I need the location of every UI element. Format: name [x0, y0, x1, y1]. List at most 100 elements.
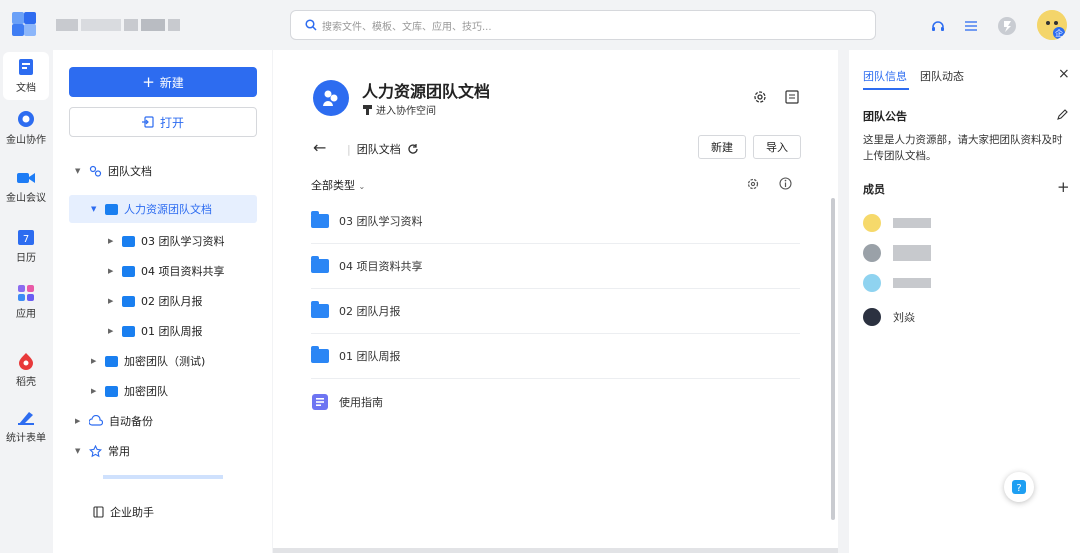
new-button[interactable]: + 新建: [69, 67, 257, 97]
tree-item-encrypted[interactable]: ▶ 加密团队: [91, 377, 168, 405]
file-name: 03 团队学习资料: [339, 215, 423, 228]
folder-icon: [311, 346, 329, 363]
enter-collab-link[interactable]: 进入协作空间: [362, 102, 436, 117]
caret-right-icon: ▶: [91, 357, 97, 365]
type-filter-label: 全部类型: [311, 179, 355, 192]
headset-icon[interactable]: [930, 18, 946, 34]
tree-item-folder-01[interactable]: ▶ 01 团队周报: [108, 317, 203, 345]
enterprise-assistant[interactable]: 企业助手: [93, 498, 154, 526]
menu-icon[interactable]: [964, 20, 978, 32]
member-item[interactable]: 刘焱: [863, 308, 915, 326]
partial-hidden-item: [103, 475, 223, 479]
team-folder-icon: [105, 203, 118, 215]
caret-right-icon: ▶: [75, 417, 81, 425]
settings-gear-icon[interactable]: [747, 178, 759, 190]
collab-icon: [18, 111, 34, 127]
member-item[interactable]: [863, 244, 931, 262]
rail-item-form[interactable]: 统计表单: [0, 410, 52, 444]
team-avatar-icon: [313, 80, 349, 116]
tree-item-label: 团队文档: [108, 165, 152, 178]
notice-title: 团队公告: [863, 110, 907, 123]
tree-item-label: 常用: [108, 445, 130, 458]
tree-item-favorites[interactable]: ▼ 常用: [75, 437, 130, 465]
tab-team-activity[interactable]: 团队动态: [920, 68, 964, 84]
refresh-icon[interactable]: [407, 143, 419, 155]
folder-icon: [311, 256, 329, 273]
team-info-panel: 团队信息 团队动态 × 团队公告 这里是人力资源部，请大家把团队资料及时 上传团…: [849, 50, 1080, 553]
new-button-label: 新建: [159, 75, 184, 90]
open-button[interactable]: 打开: [69, 107, 257, 137]
close-icon[interactable]: ×: [1058, 66, 1070, 82]
rail-item-collab[interactable]: 金山协作: [0, 110, 52, 146]
tree-item-hr-docs[interactable]: ▼ 人力资源团队文档: [69, 195, 257, 223]
tree-item-team-docs[interactable]: ▼ 团队文档: [75, 157, 152, 185]
details-panel-icon[interactable]: [785, 90, 799, 104]
info-icon[interactable]: [779, 177, 792, 190]
tab-team-info[interactable]: 团队信息: [863, 68, 907, 84]
collab-space-icon: [363, 105, 372, 115]
blurred-member-name: [893, 278, 931, 288]
search-placeholder: 搜索文件、模板、文库、应用、技巧...: [322, 21, 492, 33]
app-logo-icon[interactable]: [10, 8, 40, 42]
vertical-scrollbar[interactable]: [831, 198, 835, 520]
user-avatar[interactable]: 企: [1037, 10, 1067, 40]
member-item[interactable]: [863, 214, 931, 232]
rail-label: 文档: [16, 83, 36, 94]
caret-right-icon: ▶: [108, 267, 114, 275]
open-button-label: 打开: [159, 115, 184, 130]
back-arrow-icon[interactable]: ←: [313, 138, 326, 157]
breadcrumb-current[interactable]: 团队文档: [357, 141, 401, 157]
rail-label: 日历: [16, 253, 36, 264]
help-button[interactable]: ?: [1004, 472, 1034, 502]
search-input[interactable]: 搜索文件、模板、文库、应用、技巧...: [290, 10, 876, 40]
team-settings-icon[interactable]: [753, 90, 767, 104]
file-row[interactable]: 02 团队月报: [311, 289, 800, 334]
new-file-button[interactable]: 新建: [698, 135, 746, 159]
file-row[interactable]: 01 团队周报: [311, 334, 800, 379]
file-row[interactable]: 03 团队学习资料: [311, 199, 800, 244]
avatar: [863, 308, 881, 326]
rail-item-docs[interactable]: 文档: [3, 52, 49, 100]
tree-panel: + 新建 打开 ▼ 团队文档 ▼ 人力资源团队文档 ▶ 03 团队学习资料 ▶ …: [53, 50, 272, 553]
tree-item-label: 01 团队周报: [141, 325, 203, 338]
rail-item-meeting[interactable]: 金山会议: [0, 170, 52, 204]
add-member-icon[interactable]: +: [1057, 178, 1070, 196]
tree-item-encrypted-test[interactable]: ▶ 加密团队（测试): [91, 347, 205, 375]
caret-right-icon: ▶: [108, 327, 114, 335]
members-title: 成员: [863, 183, 885, 196]
header-actions: [753, 90, 799, 104]
member-item[interactable]: [863, 274, 931, 292]
tree-item-folder-03[interactable]: ▶ 03 团队学习资料: [108, 227, 225, 255]
folder-icon: [311, 301, 329, 318]
edit-icon[interactable]: [1056, 108, 1069, 121]
team-icon: [89, 165, 102, 177]
search-icon: [305, 19, 317, 31]
horizontal-scrollbar[interactable]: [273, 548, 838, 553]
import-button[interactable]: 导入: [753, 135, 801, 159]
rail-label: 统计表单: [6, 433, 46, 444]
rail-label: 稻壳: [16, 377, 36, 388]
file-row[interactable]: 使用指南: [311, 379, 800, 424]
notice-line-2: 上传团队文档。: [863, 150, 937, 162]
notice-line-1: 这里是人力资源部，请大家把团队资料及时: [863, 134, 1063, 146]
vip-badge-icon[interactable]: [996, 15, 1018, 37]
apps-icon: [18, 285, 34, 301]
file-row[interactable]: 04 项目资料共享: [311, 244, 800, 289]
caret-right-icon: ▶: [108, 297, 114, 305]
tree-item-folder-04[interactable]: ▶ 04 项目资料共享: [108, 257, 225, 285]
docs-icon: [19, 59, 33, 75]
docer-icon: [19, 353, 33, 370]
tree-item-folder-02[interactable]: ▶ 02 团队月报: [108, 287, 203, 315]
rail-item-apps[interactable]: 应用: [0, 284, 52, 320]
cloud-backup-icon: [89, 415, 103, 426]
type-filter-dropdown[interactable]: 全部类型 ⌄: [311, 177, 365, 193]
tree-item-auto-backup[interactable]: ▶ 自动备份: [75, 407, 153, 435]
blurred-member-name: [893, 245, 931, 261]
plus-icon: +: [142, 72, 155, 91]
breadcrumb: | 团队文档: [347, 141, 419, 157]
rail-item-docer[interactable]: 稻壳: [0, 352, 52, 388]
rail-item-calendar[interactable]: 7 日历: [0, 228, 52, 264]
calendar-date: 7: [23, 234, 29, 245]
avatar: [863, 274, 881, 292]
rail-label: 金山协作: [6, 135, 46, 146]
